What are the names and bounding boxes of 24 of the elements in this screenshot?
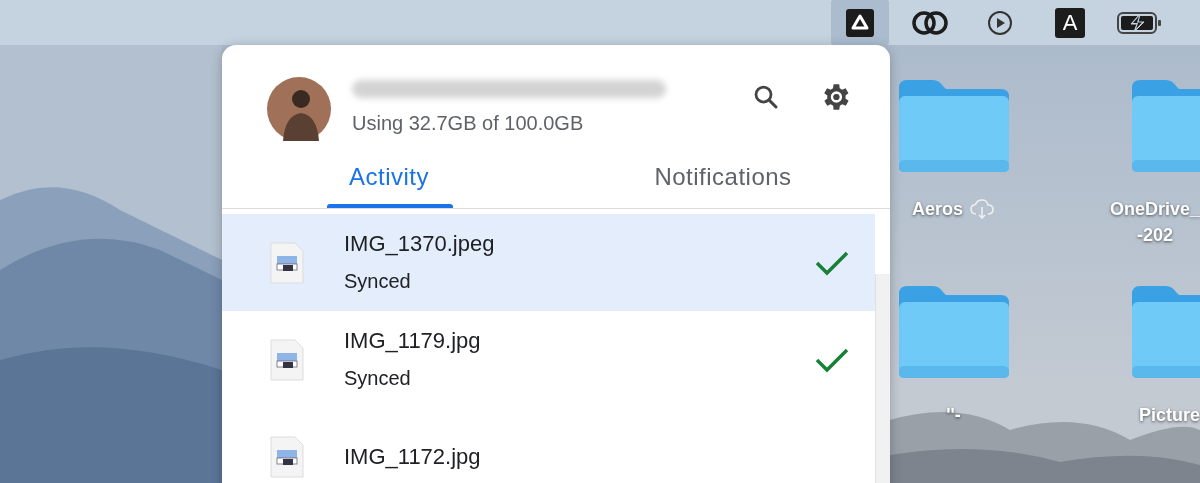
play-icon xyxy=(987,9,1013,36)
tab[interactable]: Notifications xyxy=(556,145,890,208)
file-name: IMG_1179.jpg xyxy=(344,326,482,355)
file-name: IMG_1370.jpeg xyxy=(344,229,496,258)
image-file-icon xyxy=(269,337,305,382)
folder-label: -202 xyxy=(1136,224,1173,247)
folder-label: Aeros xyxy=(912,198,963,221)
avatar-icon xyxy=(267,76,331,141)
file-name: IMG_1172.jpg xyxy=(344,442,482,471)
sync-status: Synced xyxy=(344,268,412,294)
file-row[interactable]: IMG_1370.jpeg Synced xyxy=(222,214,875,311)
folder-label: OneDrive_ xyxy=(1109,198,1200,221)
menu-bar-item[interactable] xyxy=(831,0,889,45)
image-file-icon xyxy=(269,240,305,285)
tab[interactable]: Activity xyxy=(222,145,556,208)
folder-label: Picture xyxy=(1138,404,1200,427)
drive-icon xyxy=(846,8,874,37)
battery-charging-icon xyxy=(1116,10,1164,35)
menu-bar-item[interactable]: A xyxy=(1041,0,1099,45)
image-file-icon xyxy=(269,434,305,479)
folder-label: ''- xyxy=(946,404,961,427)
sync-status: Synced xyxy=(344,365,412,391)
storage-usage: Using 32.7GB of 100.0GB xyxy=(352,110,585,136)
letter-key-icon: A xyxy=(1055,7,1085,38)
